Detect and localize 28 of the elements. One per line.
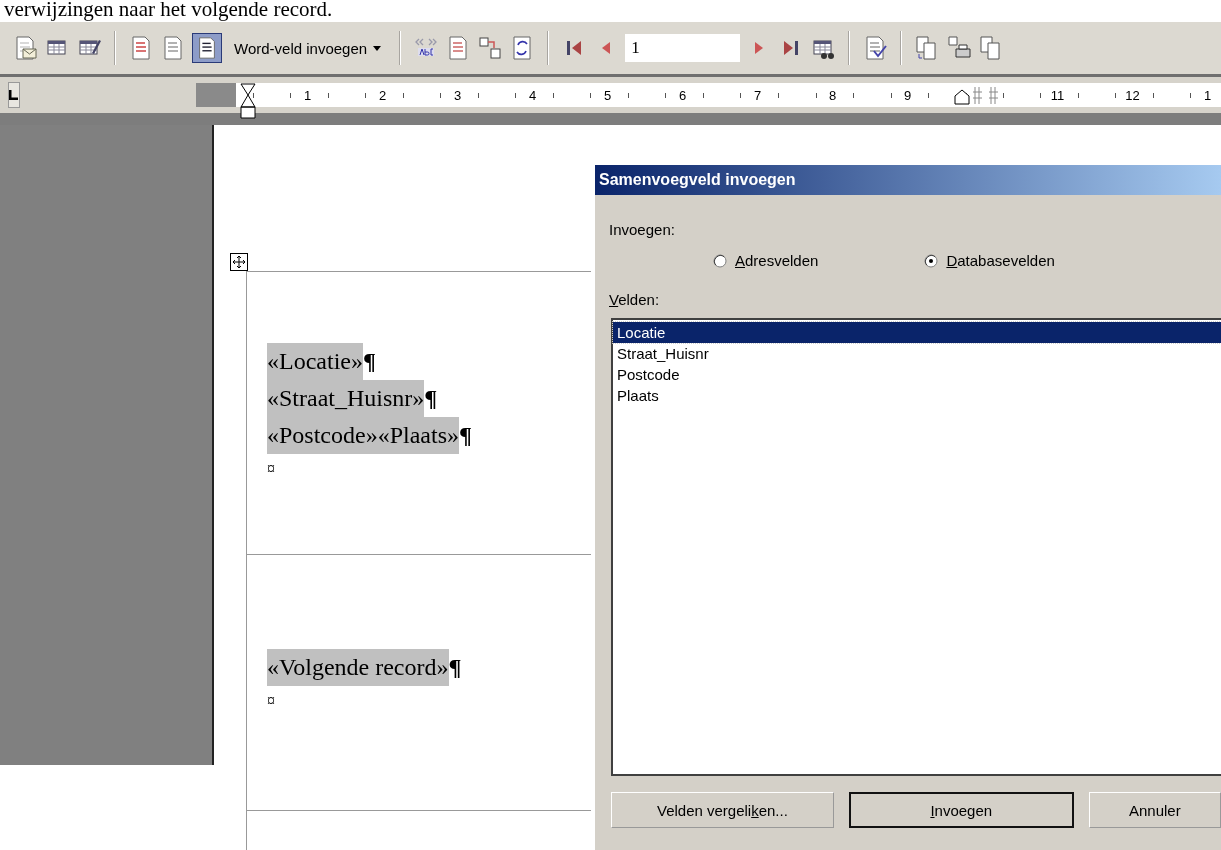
merge-field-line: «Straat_Huisnr»¶ (267, 379, 591, 417)
caret-icon (373, 45, 382, 51)
dialog-button[interactable]: Velden vergeliken... (611, 792, 834, 828)
radio-option[interactable]: Databasevelden (924, 252, 1055, 269)
move-handle-icon[interactable] (230, 253, 248, 271)
list-item[interactable]: Postcode (613, 364, 1221, 385)
dialog-button[interactable]: Annuler (1088, 792, 1221, 828)
insert-label: Invoegen: (608, 221, 676, 238)
list-item[interactable]: Straat_Huisnr (613, 343, 1221, 364)
dialog-button[interactable]: Invoegen (848, 792, 1074, 828)
insert-word-field-dropdown[interactable]: Word-veld invoegen (228, 39, 388, 57)
document-icon[interactable] (192, 33, 222, 63)
radio-icon[interactable] (713, 253, 727, 268)
fields-label: Velden: (608, 291, 661, 308)
caption-text: verwijzingen naar het volgende record. (3, 0, 334, 22)
end-of-cell-mark: ¤ (267, 691, 276, 711)
merge-field-line: «Locatie»¶ (267, 342, 591, 380)
dialog-title: Samenvoegveld invoegen (595, 165, 1221, 195)
tab-stop-icon[interactable] (8, 82, 20, 108)
radio-icon[interactable] (924, 253, 939, 268)
end-of-cell-mark: ¤ (267, 458, 276, 479)
radio-option[interactable]: Adresvelden (713, 252, 819, 269)
ruler-margin-area (196, 83, 236, 107)
list-item[interactable]: Plaats (613, 385, 1221, 406)
indent-marker-icon[interactable] (240, 83, 256, 119)
table-arrow-icon[interactable] (477, 35, 504, 61)
record-number-field[interactable]: 1 (625, 34, 741, 62)
list-item[interactable]: Locatie (613, 322, 1221, 343)
